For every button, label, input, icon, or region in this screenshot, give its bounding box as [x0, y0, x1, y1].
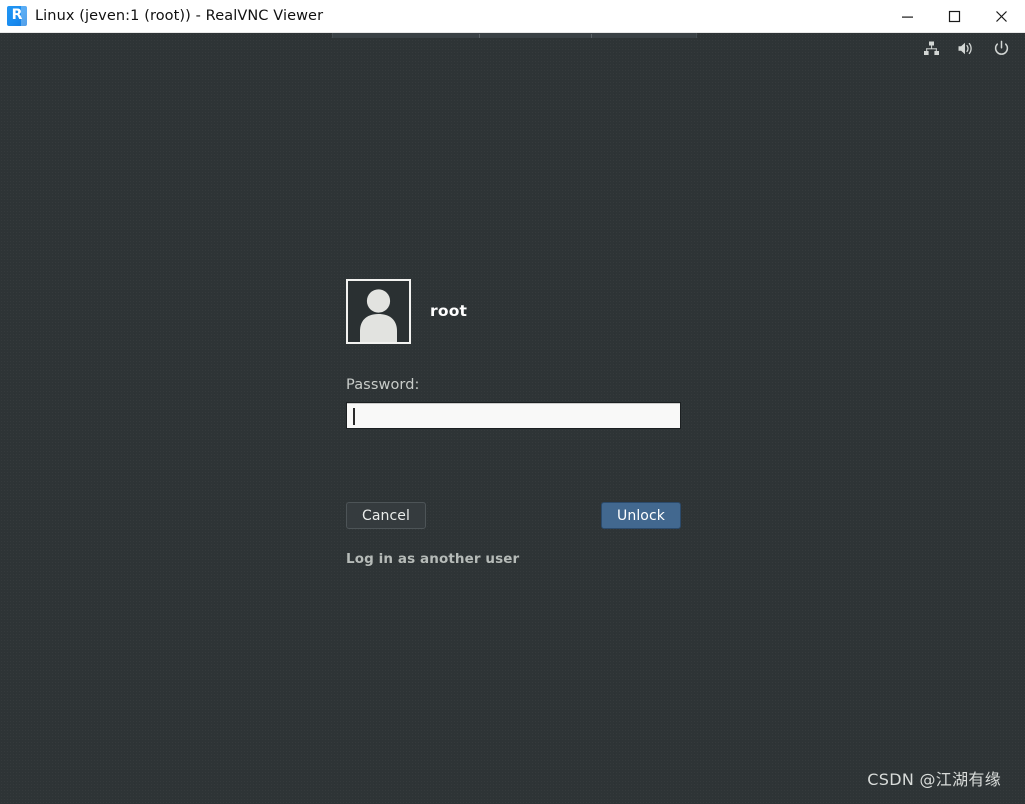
- password-label: Password:: [346, 377, 420, 393]
- user-silhouette-icon: [360, 288, 397, 342]
- unlock-button[interactable]: Unlock: [601, 502, 681, 529]
- log-in-as-another-user-link[interactable]: Log in as another user: [346, 551, 519, 567]
- window-title: Linux (jeven:1 (root)) - RealVNC Viewer: [35, 8, 324, 24]
- close-button[interactable]: [978, 0, 1025, 33]
- cancel-button[interactable]: Cancel: [346, 502, 426, 529]
- toolbar-separator-2: [591, 34, 592, 38]
- close-icon: [996, 11, 1007, 22]
- minimize-icon: [902, 16, 913, 18]
- network-icon-glyph: [923, 41, 939, 55]
- remote-desktop-area[interactable]: root Password: Cancel Unlock Log in as a…: [0, 33, 1025, 804]
- password-input[interactable]: [352, 404, 672, 427]
- system-tray: [921, 38, 1011, 58]
- power-icon[interactable]: [991, 38, 1011, 58]
- watermark: CSDN @江湖有缘: [867, 770, 1001, 789]
- lock-screen-panel: root Password: Cancel Unlock Log in as a…: [346, 277, 766, 567]
- app-icon-sheen: [21, 6, 27, 26]
- volume-icon[interactable]: [956, 38, 976, 58]
- button-row: Cancel Unlock: [346, 502, 681, 529]
- user-row: root: [346, 277, 766, 345]
- realvnc-viewer-window: R Linux (jeven:1 (root)) - RealVNC Viewe…: [0, 0, 1025, 804]
- avatar: [346, 278, 411, 344]
- maximize-icon: [948, 10, 961, 23]
- user-name: root: [430, 302, 468, 320]
- window-title-bar: R Linux (jeven:1 (root)) - RealVNC Viewe…: [0, 0, 1025, 33]
- power-icon-glyph: [994, 40, 1008, 55]
- minimize-button[interactable]: [884, 0, 931, 33]
- text-caret: [353, 408, 355, 425]
- window-controls: [884, 0, 1025, 33]
- volume-icon-glyph: [958, 42, 972, 54]
- realvnc-app-icon: R: [7, 6, 27, 26]
- network-icon[interactable]: [921, 38, 941, 58]
- password-field[interactable]: [346, 402, 681, 429]
- toolbar-separator-1: [479, 34, 480, 38]
- maximize-button[interactable]: [931, 0, 978, 33]
- vnc-toolbar-sliver[interactable]: [332, 33, 697, 38]
